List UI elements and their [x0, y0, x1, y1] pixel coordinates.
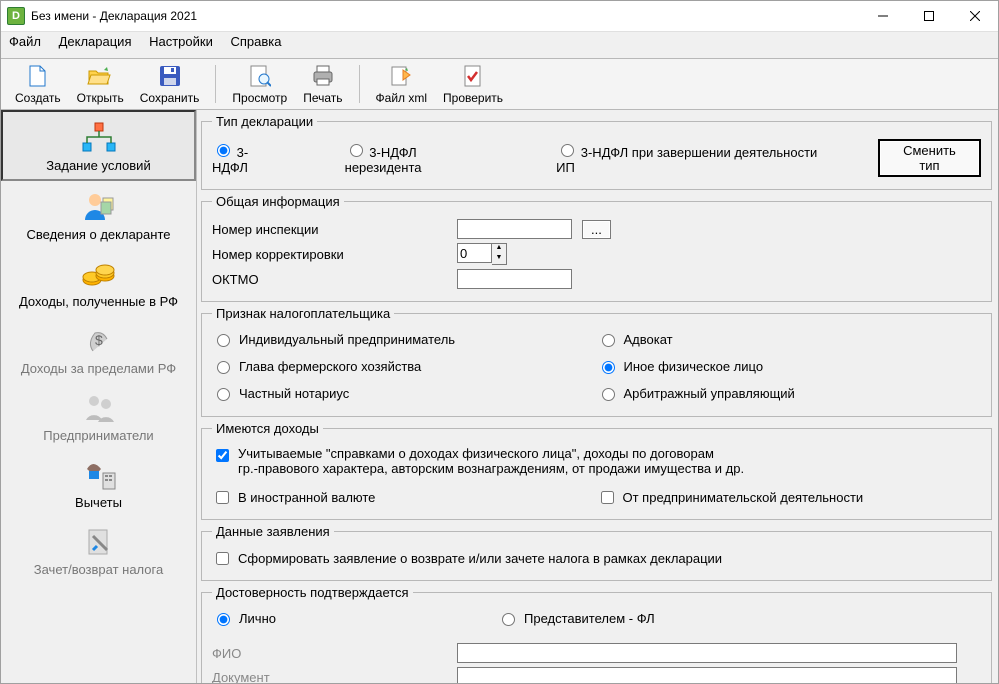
income-rf-icon: [79, 256, 119, 292]
check-entrepreneurial[interactable]: От предпринимательской деятельности: [597, 488, 864, 507]
correction-spin-up[interactable]: ▲: [492, 244, 506, 254]
input-fio: [457, 643, 957, 663]
app-icon: D: [7, 7, 25, 25]
toolbar-save[interactable]: Сохранить: [140, 63, 200, 105]
group-has-income: Имеются доходы Учитываемые "справками о …: [201, 421, 992, 520]
save-icon: [157, 63, 183, 89]
new-file-icon: [25, 63, 51, 89]
menu-settings[interactable]: Настройки: [149, 34, 213, 49]
toolbar-check[interactable]: Проверить: [443, 63, 503, 105]
input-inspection[interactable]: [457, 219, 572, 239]
label-fio: ФИО: [212, 646, 457, 661]
toolbar-create[interactable]: Создать: [15, 63, 61, 105]
toolbar-open[interactable]: Открыть: [77, 63, 124, 105]
legend-appdata: Данные заявления: [212, 524, 334, 539]
legend-auth: Достоверность подтверждается: [212, 585, 413, 600]
change-type-button[interactable]: Сменить тип: [878, 139, 981, 177]
income-abroad-icon: $: [79, 323, 119, 359]
conditions-icon: [79, 120, 119, 156]
svg-text:$: $: [95, 332, 103, 348]
menu-help[interactable]: Справка: [230, 34, 281, 49]
nav-deductions-label: Вычеты: [75, 495, 122, 510]
input-correction[interactable]: [457, 243, 492, 263]
content-area: Тип декларации 3-НДФЛ 3-НДФЛ нерезидента…: [197, 110, 998, 683]
correction-spin-down[interactable]: ▼: [492, 254, 506, 264]
radio-3ndfl-nonres[interactable]: 3-НДФЛ нерезидента: [345, 141, 494, 175]
nav-income-rf[interactable]: Доходы, полученные в РФ: [1, 248, 196, 315]
body: Задание условий Сведения о декларанте До…: [1, 110, 998, 683]
window-title: Без имени - Декларация 2021: [31, 9, 197, 23]
legend-general: Общая информация: [212, 194, 344, 209]
nav-conditions[interactable]: Задание условий: [1, 110, 196, 181]
label-document: Документ: [212, 670, 457, 684]
nav-offset-label: Зачет/возврат налога: [34, 562, 163, 577]
pick-inspection-button[interactable]: ...: [582, 220, 611, 239]
nav-declarant-label: Сведения о декларанте: [27, 227, 171, 242]
menu-file[interactable]: Файл: [9, 34, 41, 49]
radio-auth-representative[interactable]: Представителем - ФЛ: [497, 610, 655, 626]
declarant-icon: [79, 189, 119, 225]
nav-conditions-label: Задание условий: [46, 158, 150, 173]
check-foreign-currency[interactable]: В иностранной валюте: [212, 488, 375, 507]
nav-entrepreneurs[interactable]: Предприниматели: [1, 382, 196, 449]
legend-declaration-type: Тип декларации: [212, 114, 317, 129]
main-window: D Без имени - Декларация 2021 Файл Декла…: [0, 0, 999, 684]
close-button[interactable]: [952, 1, 998, 31]
titlebar: D Без имени - Декларация 2021: [1, 1, 998, 32]
preview-icon: [247, 63, 273, 89]
radio-ip[interactable]: Индивидуальный предприниматель: [212, 331, 455, 347]
radio-other-individual[interactable]: Иное физическое лицо: [597, 358, 764, 374]
group-declaration-type: Тип декларации 3-НДФЛ 3-НДФЛ нерезидента…: [201, 114, 992, 190]
toolbar: Создать Открыть Сохранить Просмотр Печат…: [1, 58, 998, 110]
group-taxpayer-type: Признак налогоплательщика Индивидуальный…: [201, 306, 992, 417]
legend-taxpayer: Признак налогоплательщика: [212, 306, 394, 321]
deductions-icon: [79, 457, 119, 493]
nav-offset[interactable]: Зачет/возврат налога: [1, 516, 196, 583]
check-icon: [460, 63, 486, 89]
radio-3ndfl-ip-close[interactable]: 3-НДФЛ при завершении деятельности ИП: [556, 141, 834, 175]
toolbar-preview[interactable]: Просмотр: [232, 63, 287, 105]
check-income-certificates[interactable]: Учитываемые "справками о доходах физичес…: [212, 446, 744, 476]
offset-icon: [79, 524, 119, 560]
label-correction: Номер корректировки: [212, 247, 457, 262]
group-general-info: Общая информация Номер инспекции ... Ном…: [201, 194, 992, 302]
maximize-button[interactable]: [906, 1, 952, 31]
toolbar-print[interactable]: Печать: [303, 63, 342, 105]
input-document: [457, 667, 957, 683]
group-application-data: Данные заявления Сформировать заявление …: [201, 524, 992, 581]
radio-farm[interactable]: Глава фермерского хозяйства: [212, 358, 421, 374]
open-folder-icon: [87, 63, 113, 89]
menubar: Файл Декларация Настройки Справка: [1, 32, 998, 58]
nav-deductions[interactable]: Вычеты: [1, 449, 196, 516]
legend-income: Имеются доходы: [212, 421, 323, 436]
nav-income-abroad[interactable]: $ Доходы за пределами РФ: [1, 315, 196, 382]
nav-income-rf-label: Доходы, полученные в РФ: [19, 294, 178, 309]
radio-arbitration[interactable]: Арбитражный управляющий: [597, 385, 795, 401]
toolbar-filexml[interactable]: Файл xml: [376, 63, 428, 105]
print-icon: [310, 63, 336, 89]
nav-income-abroad-label: Доходы за пределами РФ: [21, 361, 176, 376]
sidebar: Задание условий Сведения о декларанте До…: [1, 110, 197, 683]
label-inspection: Номер инспекции: [212, 222, 457, 237]
xml-file-icon: [388, 63, 414, 89]
entrepreneurs-icon: [79, 390, 119, 426]
radio-lawyer[interactable]: Адвокат: [597, 331, 673, 347]
nav-entrepreneurs-label: Предприниматели: [43, 428, 153, 443]
nav-declarant[interactable]: Сведения о декларанте: [1, 181, 196, 248]
radio-3ndfl[interactable]: 3-НДФЛ: [212, 141, 283, 175]
radio-notary[interactable]: Частный нотариус: [212, 385, 349, 401]
minimize-button[interactable]: [860, 1, 906, 31]
menu-declaration[interactable]: Декларация: [59, 34, 132, 49]
radio-auth-self[interactable]: Лично: [212, 610, 276, 626]
input-oktmo[interactable]: [457, 269, 572, 289]
check-form-application[interactable]: Сформировать заявление о возврате и/или …: [212, 549, 722, 568]
label-oktmo: ОКТМО: [212, 272, 457, 287]
group-authenticity: Достоверность подтверждается Лично Предс…: [201, 585, 992, 683]
